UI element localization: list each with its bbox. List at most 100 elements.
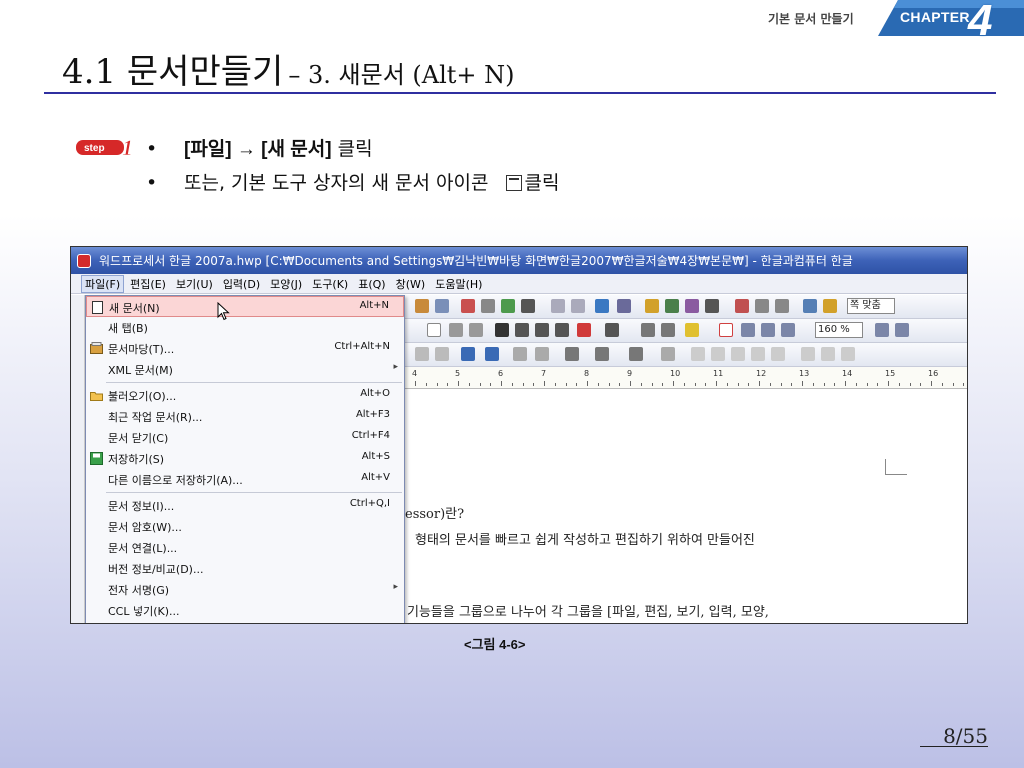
copy-icon[interactable] (755, 299, 769, 313)
menu-item-recent-documents[interactable]: 최근 작업 문서(R)... Alt+F3 (86, 406, 404, 427)
align-object-icon[interactable] (751, 347, 765, 361)
menu-item-save[interactable]: 저장하기(S) Alt+S (86, 448, 404, 469)
arrow-icon[interactable] (841, 347, 855, 361)
ruler-tick (705, 383, 707, 386)
menu-item-document-link[interactable]: 문서 연결(L)... (86, 537, 404, 558)
format-icon[interactable] (461, 299, 475, 313)
menu-item-insert-ccl[interactable]: CCL 넣기(K)... (86, 600, 404, 621)
char-shape-icon[interactable] (605, 323, 619, 337)
align-center-icon[interactable] (761, 323, 775, 337)
monitor-icon[interactable] (803, 299, 817, 313)
ruler-tick (759, 381, 760, 386)
menu-item-document-password[interactable]: 문서 암호(W)... (86, 516, 404, 537)
toolbar-drawing (405, 343, 967, 367)
order-icon[interactable] (731, 347, 745, 361)
font-color-icon[interactable] (577, 323, 591, 337)
book-icon[interactable] (823, 299, 837, 313)
open-folder-icon (90, 392, 103, 401)
horizontal-ruler: 4 5 6 7 8 9 10 11 12 13 14 15 16 (405, 367, 967, 389)
ruler-tick (683, 383, 685, 386)
fill-icon[interactable] (485, 347, 499, 361)
menu-help[interactable]: 도움말(H) (435, 276, 482, 292)
formula-icon[interactable] (685, 299, 699, 313)
menu-item-document-info[interactable]: 문서 정보(I)... Ctrl+Q,I (86, 495, 404, 516)
align-justify-icon[interactable] (719, 323, 733, 337)
page-icon[interactable] (661, 347, 675, 361)
strikethrough-icon[interactable] (555, 323, 569, 337)
highlight-icon[interactable] (685, 323, 699, 337)
equation-icon[interactable] (665, 299, 679, 313)
list-number-icon[interactable] (513, 347, 527, 361)
menu-item-digital-signature[interactable]: 전자 서명(G) ▸ (86, 579, 404, 600)
menu-item-new-document[interactable]: 새 문서(N) Alt+N (86, 296, 404, 317)
menu-view[interactable]: 보기(U) (176, 276, 213, 292)
svg-text:1: 1 (122, 136, 133, 158)
table-icon[interactable] (617, 299, 631, 313)
style-apply-icon[interactable] (415, 347, 429, 361)
ruler-tick (425, 383, 427, 386)
document-area[interactable]: essor)란? 형태의 문서를 빠르고 쉽게 작성하고 편집하기 위하여 만들… (405, 389, 967, 623)
view-select[interactable]: 쪽 맞춤 (847, 298, 895, 314)
ruler-tick (737, 383, 739, 386)
chart-icon[interactable] (645, 299, 659, 313)
menu-input[interactable]: 입력(D) (223, 276, 260, 292)
menu-format[interactable]: 모양(J) (270, 276, 302, 292)
shape-insert-icon[interactable] (735, 299, 749, 313)
shrink-font-icon[interactable] (469, 323, 483, 337)
menu-table[interactable]: 표(Q) (358, 276, 385, 292)
menu-item-templates[interactable]: 문서마당(T)... Ctrl+Alt+N (86, 338, 404, 359)
indent-icon[interactable] (875, 323, 889, 337)
menu-item-version-compare[interactable]: 버전 정보/비교(D)... (86, 558, 404, 579)
menu-item-xml-document[interactable]: XML 문서(M) ▸ (86, 359, 404, 380)
paste-icon[interactable] (415, 299, 429, 313)
background-icon[interactable] (595, 347, 609, 361)
outdent-icon[interactable] (895, 323, 909, 337)
bold-icon[interactable] (495, 323, 509, 337)
triangle-icon[interactable] (821, 347, 835, 361)
style-clear-icon[interactable] (435, 347, 449, 361)
style-icon[interactable] (481, 299, 495, 313)
ruler-tick (544, 381, 545, 386)
superscript-icon[interactable] (641, 323, 655, 337)
menu-item-new-tab[interactable]: 새 탭(B) (86, 317, 404, 338)
italic-icon[interactable] (515, 323, 529, 337)
menu-edit[interactable]: 편집(E) (130, 276, 166, 292)
menu-item-close-document[interactable]: 문서 닫기(C) Ctrl+F4 (86, 427, 404, 448)
align-left-icon[interactable] (741, 323, 755, 337)
draw-icon[interactable] (801, 347, 815, 361)
dropdown-icon[interactable] (427, 323, 441, 337)
menu-item-save-as[interactable]: 다른 이름으로 저장하기(A)... Alt+V (86, 469, 404, 490)
line-spacing-input[interactable]: 160 % (815, 322, 863, 338)
menu-file[interactable]: 파일(F) (81, 274, 125, 293)
rotate-icon[interactable] (771, 347, 785, 361)
window-titlebar[interactable]: 워드프로세서 한글 2007a.hwp [C:₩Documents and Se… (71, 247, 967, 274)
template-icon (90, 342, 103, 354)
group-icon[interactable] (711, 347, 725, 361)
ruler-tick (415, 381, 416, 386)
menu-window[interactable]: 창(W) (396, 276, 426, 292)
column-icon[interactable] (521, 299, 535, 313)
ruler-tick (468, 383, 470, 386)
ruler-tick (619, 383, 621, 386)
shape-icon[interactable] (501, 299, 515, 313)
picture-icon[interactable] (595, 299, 609, 313)
tab-icon[interactable] (629, 347, 643, 361)
edit-icon[interactable] (435, 299, 449, 313)
subscript-icon[interactable] (661, 323, 675, 337)
list-bullet-icon[interactable] (535, 347, 549, 361)
menu-item-open[interactable]: 불러오기(O)... Alt+O (86, 385, 404, 406)
unlink-icon[interactable] (571, 299, 585, 313)
menu-item-label: CCL 넣기(K)... (108, 605, 180, 618)
align-right-icon[interactable] (781, 323, 795, 337)
pen-icon[interactable] (461, 347, 475, 361)
object-icon[interactable] (691, 347, 705, 361)
menu-item-label: 문서 정보(I)... (108, 500, 175, 513)
frame-icon[interactable] (775, 299, 789, 313)
grow-font-icon[interactable] (449, 323, 463, 337)
ruler-number: 13 (799, 369, 810, 378)
symbol-icon[interactable] (705, 299, 719, 313)
border-icon[interactable] (565, 347, 579, 361)
underline-icon[interactable] (535, 323, 549, 337)
menu-tools[interactable]: 도구(K) (312, 276, 348, 292)
link-icon[interactable] (551, 299, 565, 313)
